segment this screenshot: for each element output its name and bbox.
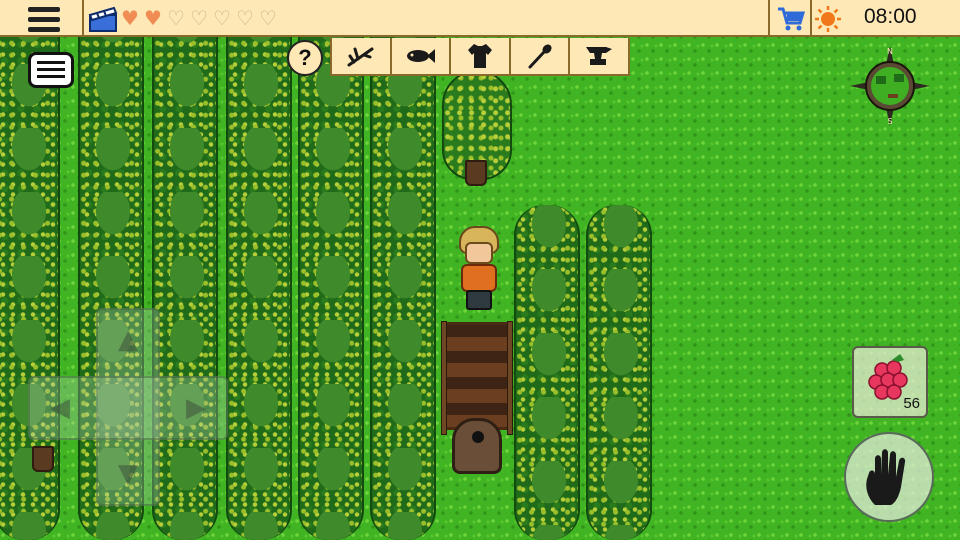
interact-hand-button[interactable] (844, 432, 934, 522)
player-character (454, 226, 504, 316)
shirt-icon[interactable] (451, 38, 511, 74)
forest-tree-row (226, 0, 292, 540)
heart-empty-icon: ♡ (167, 6, 185, 30)
heart-empty-icon: ♡ (259, 6, 277, 30)
garden-plot[interactable] (441, 321, 513, 435)
shopping-cart-icon[interactable] (774, 4, 808, 34)
shovel-icon[interactable] (511, 38, 571, 74)
fish-icon[interactable] (392, 38, 452, 74)
tree-trunk (465, 160, 487, 186)
forest-tree-row (298, 0, 364, 540)
sun-icon (814, 5, 842, 33)
menu-icon[interactable] (26, 4, 62, 34)
fence-post (507, 321, 513, 435)
player-shirt (461, 264, 497, 292)
arrow-up-icon[interactable]: ▲ (98, 312, 158, 368)
stump-eye (472, 431, 484, 443)
compass-minimap[interactable]: N S (850, 46, 930, 126)
forest-tree-row (370, 0, 436, 540)
heart-full-icon: ♥ (121, 6, 139, 30)
health-hearts: ♥ ♥ ♡ ♡ ♡ ♡ ♡ (120, 6, 278, 30)
compass-north-label: N (887, 47, 893, 56)
tree-stump-creature[interactable] (452, 418, 502, 474)
quick-item-slot[interactable]: 56 (852, 346, 928, 418)
anvil-icon[interactable] (570, 38, 628, 74)
heart-empty-icon: ♡ (213, 6, 231, 30)
hand-icon (866, 449, 906, 505)
arrow-left-icon[interactable]: ◀ (32, 378, 88, 438)
game-clock: 08:00 (864, 5, 917, 28)
fence-post (441, 321, 447, 435)
arrow-right-icon[interactable]: ▶ (168, 378, 224, 438)
player-face (465, 242, 493, 264)
heart-empty-icon: ♡ (190, 6, 208, 30)
dpad-control[interactable]: ▲ ◀ ▶ ▼ (28, 308, 228, 506)
forest-tree-row (586, 205, 652, 540)
heart-empty-icon: ♡ (236, 6, 254, 30)
branch-icon[interactable] (332, 38, 392, 74)
player-legs (466, 290, 492, 310)
heart-full-icon: ♥ (144, 6, 162, 30)
forest-tree-row (514, 205, 580, 540)
chat-icon[interactable] (28, 52, 74, 88)
item-count: 56 (903, 395, 920, 412)
arrow-down-icon[interactable]: ▼ (98, 446, 158, 502)
top-status-bar: ♥ ♥ ♡ ♡ ♡ ♡ ♡ 08:00 (0, 0, 960, 37)
clapperboard-icon[interactable] (88, 5, 118, 33)
craft-toolbar (330, 38, 630, 76)
compass-south-label: S (887, 117, 892, 126)
help-button[interactable]: ? (287, 40, 323, 76)
